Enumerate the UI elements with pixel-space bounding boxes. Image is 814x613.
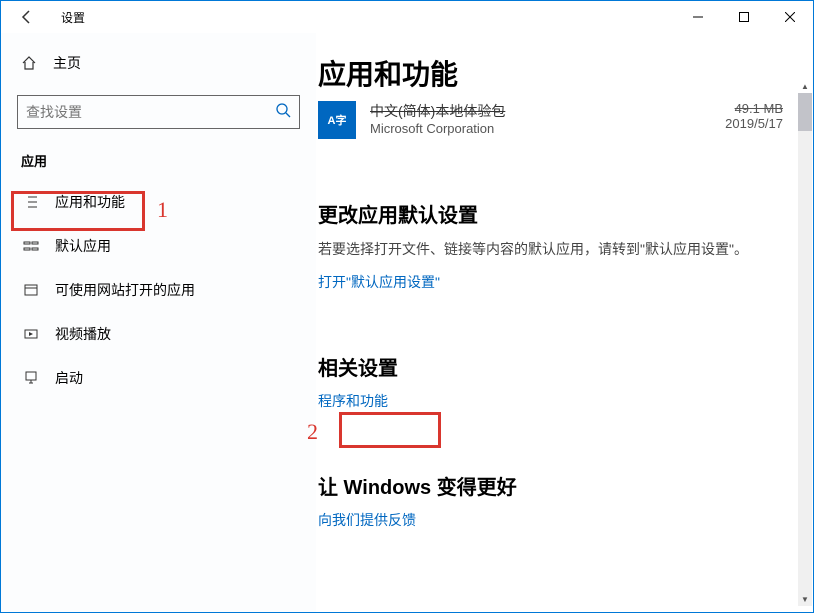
maximize-button[interactable] [721,1,767,33]
sidebar: 主页 应用 应用和功能 默认应用 [1,33,316,612]
annotation-number-2: 2 [307,419,318,445]
close-button[interactable] [767,1,813,33]
minimize-button[interactable] [675,1,721,33]
sidebar-item-label: 默认应用 [55,236,111,256]
related-settings-heading: 相关设置 [318,352,783,381]
search-icon [275,102,291,123]
sidebar-item-default-apps[interactable]: 默认应用 [1,224,316,268]
home-icon [21,55,41,71]
sidebar-item-startup[interactable]: 启动 [1,356,316,400]
app-size: 49.1 MB [725,101,783,116]
open-default-apps-link[interactable]: 打开"默认应用设置" [318,272,440,292]
sidebar-section-title: 应用 [1,129,316,180]
list-icon [21,194,41,210]
sidebar-item-video-playback[interactable]: 视频播放 [1,312,316,356]
back-button[interactable] [11,1,43,33]
defaults-icon [21,238,41,254]
website-icon [21,282,41,298]
change-defaults-heading: 更改应用默认设置 [318,199,783,228]
search-input[interactable] [26,104,275,120]
app-icon: A字 [318,101,356,139]
scrollbar-track[interactable] [798,93,812,606]
sidebar-item-apps-for-websites[interactable]: 可使用网站打开的应用 [1,268,316,312]
main-content: 应用和功能 A字 中文(简体)本地体验包 Microsoft Corporati… [316,33,813,612]
improve-windows-heading: 让 Windows 变得更好 [318,471,783,500]
video-icon [21,326,41,342]
home-button[interactable]: 主页 [1,43,316,83]
app-list-item[interactable]: A字 中文(简体)本地体验包 Microsoft Corporation 49.… [318,101,783,139]
sidebar-item-label: 启动 [55,368,83,388]
app-publisher: Microsoft Corporation [370,121,725,136]
app-name: 中文(简体)本地体验包 [370,101,725,121]
window-title: 设置 [61,9,85,26]
feedback-link[interactable]: 向我们提供反馈 [318,510,416,530]
startup-icon [21,370,41,386]
scroll-up-arrow[interactable]: ▲ [798,79,812,93]
change-defaults-desc: 若要选择打开文件、链接等内容的默认应用，请转到"默认应用设置"。 [318,238,748,260]
annotation-number-1: 1 [157,197,168,223]
app-date: 2019/5/17 [725,116,783,131]
sidebar-item-label: 可使用网站打开的应用 [55,280,195,300]
page-heading: 应用和功能 [318,53,783,93]
search-input-wrap[interactable] [17,95,300,129]
scrollbar-thumb[interactable] [798,93,812,131]
home-label: 主页 [53,53,81,73]
programs-and-features-link[interactable]: 程序和功能 [318,391,388,411]
sidebar-item-label: 应用和功能 [55,192,125,212]
sidebar-item-label: 视频播放 [55,324,111,344]
scroll-down-arrow[interactable]: ▼ [798,592,812,606]
